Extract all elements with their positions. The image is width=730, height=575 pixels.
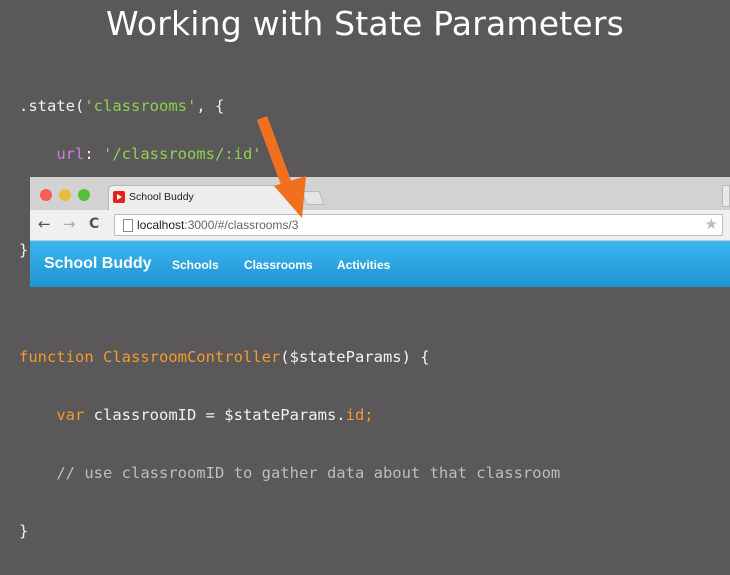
code-keyword: function [19, 348, 94, 366]
code-token: classroomID = $stateParams. [84, 406, 346, 424]
code-line-b2: var classroomID = $stateParams.id; [19, 401, 560, 430]
code-keyword: var [56, 406, 85, 424]
code-token: ($stateParams) { [280, 348, 430, 366]
code-block-controller: function ClassroomController($stateParam… [19, 314, 560, 575]
code-line-b1: function ClassroomController($stateParam… [19, 343, 560, 372]
arrow-shaft [256, 116, 294, 190]
code-comment: // use classroomID to gather data about … [19, 464, 561, 482]
code-line-b4: } [19, 522, 29, 540]
code-function-name: ClassroomController [93, 348, 281, 366]
arrow-head-icon [274, 176, 306, 218]
code-property: id; [345, 406, 374, 424]
